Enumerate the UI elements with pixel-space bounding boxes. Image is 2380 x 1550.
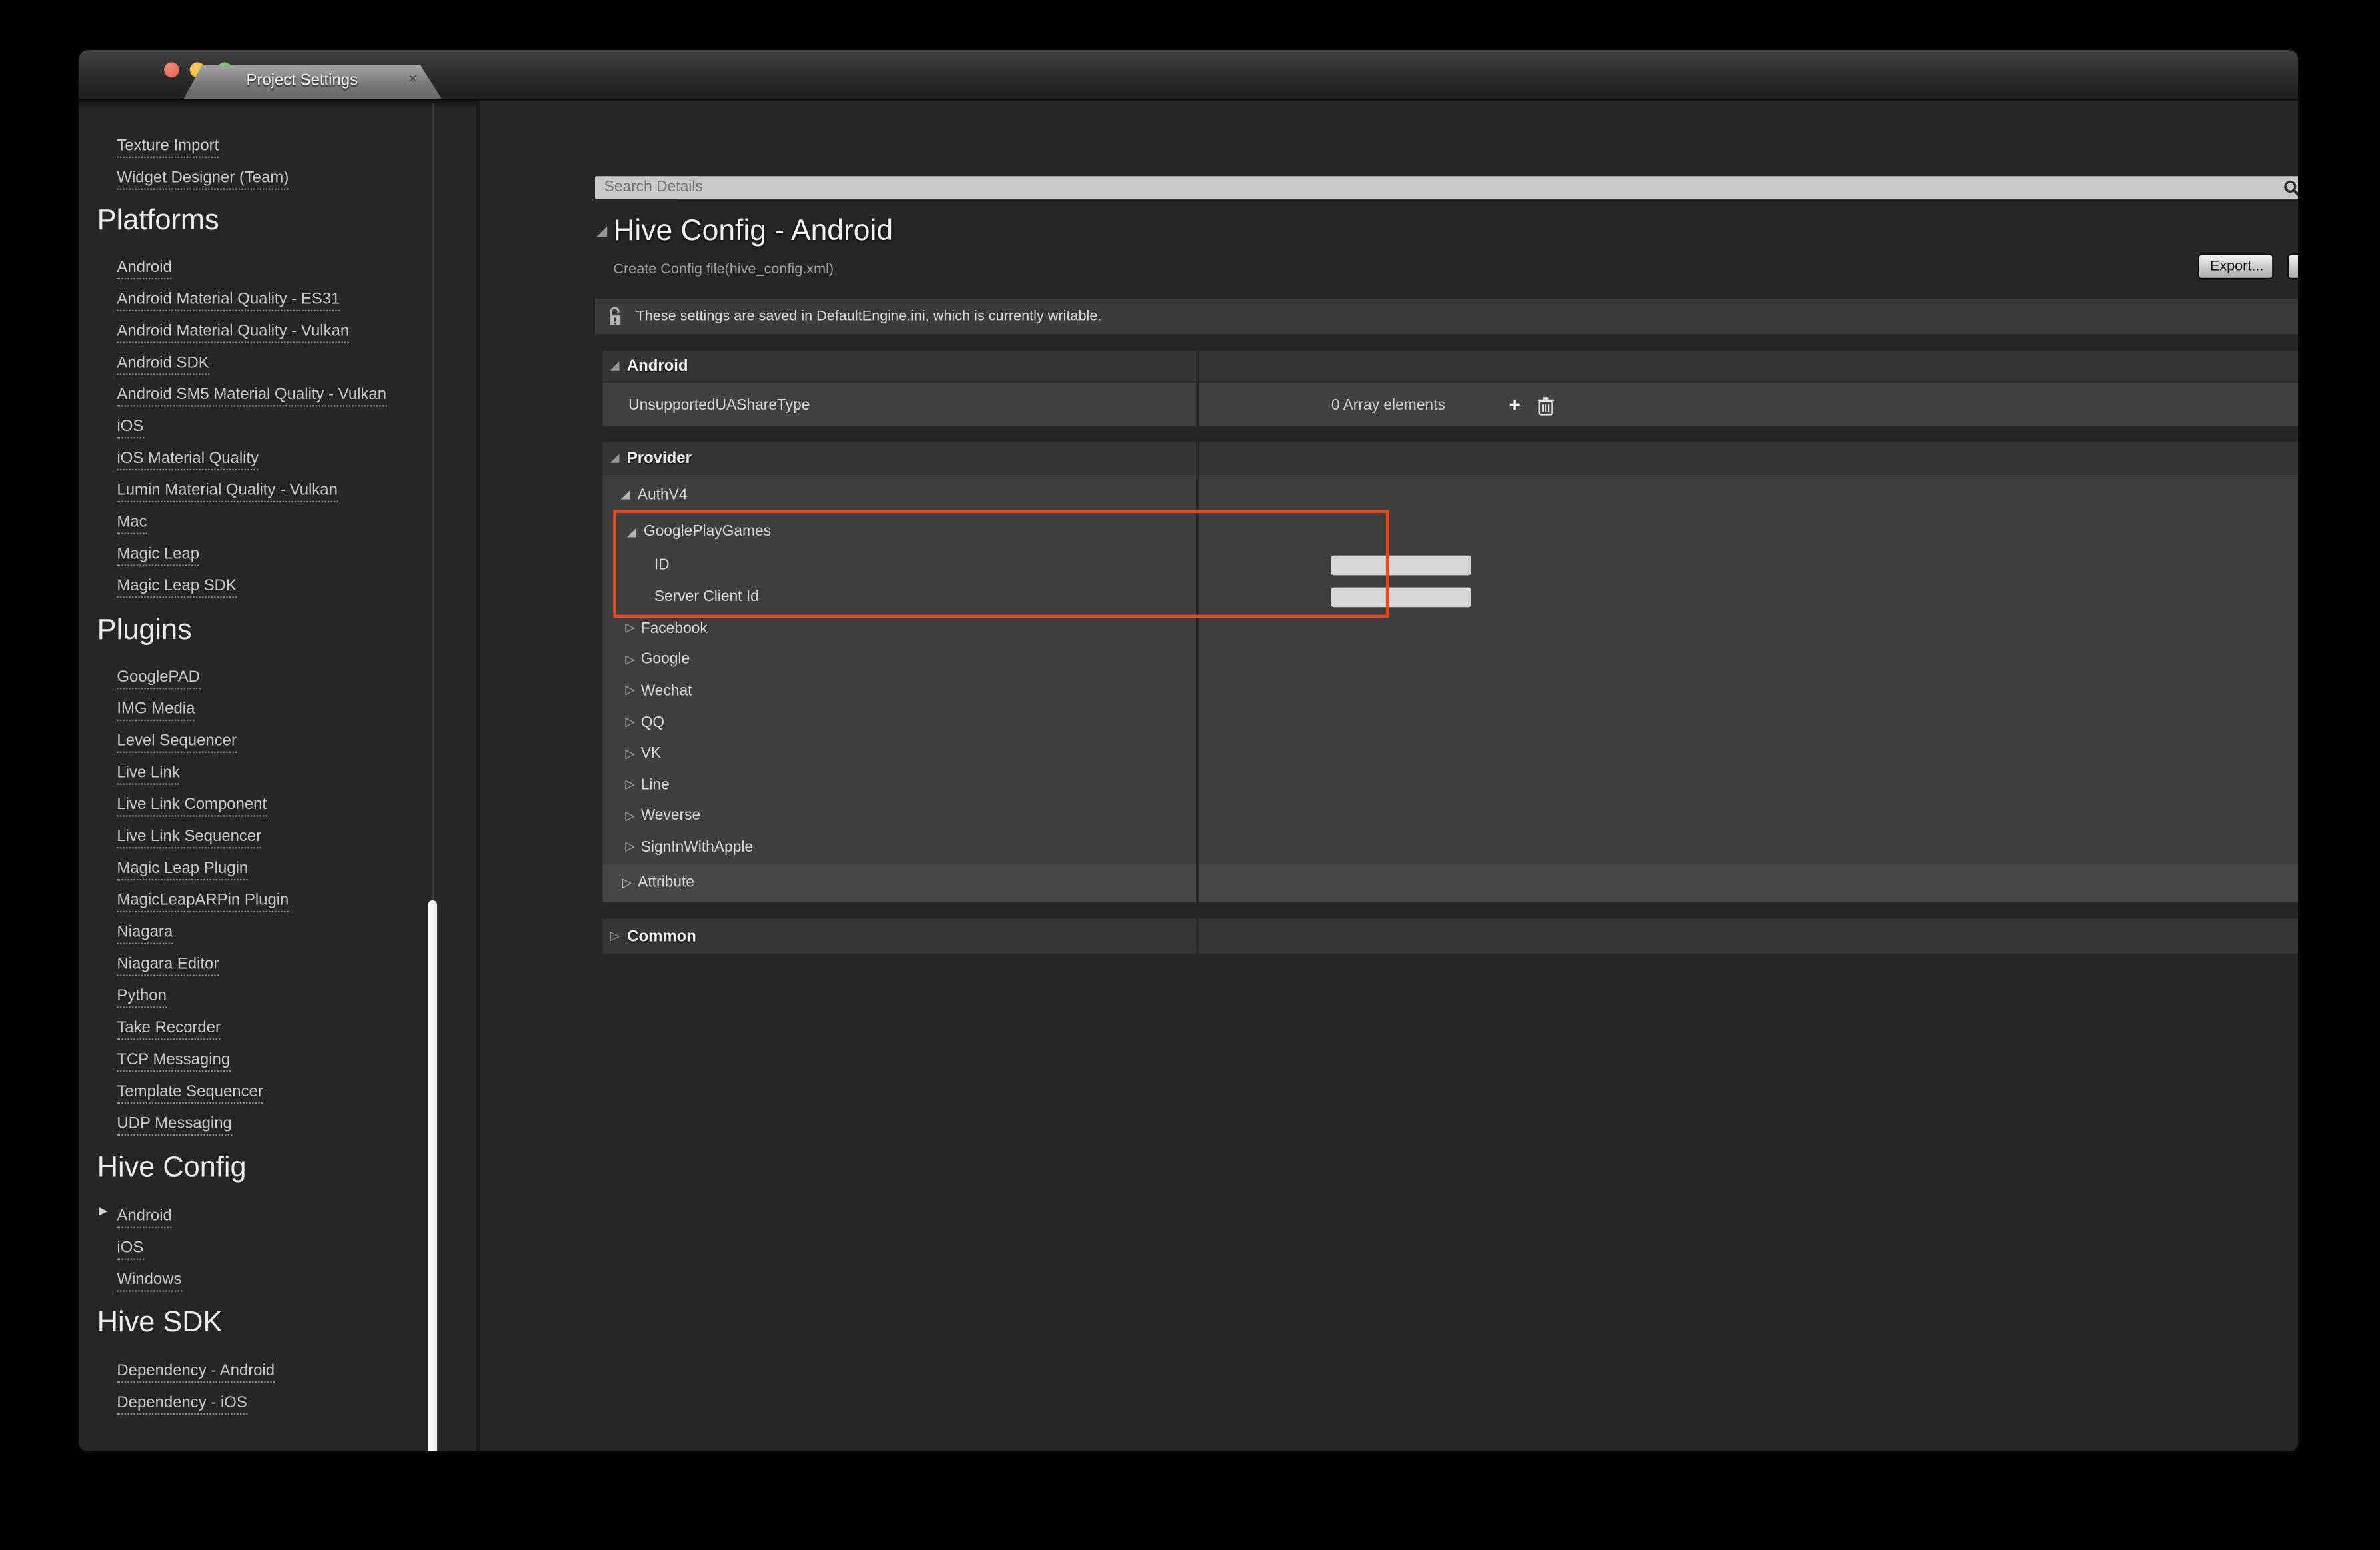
sidebar-item-udp-messaging[interactable]: UDP Messaging <box>79 1108 476 1140</box>
row-authv4[interactable]: AuthV4 <box>602 475 2298 514</box>
row-qq[interactable]: ▷ QQ <box>602 707 2298 738</box>
row-weverse[interactable]: ▷ Weverse <box>602 801 2298 832</box>
details-panel: ▾ Hive Config - Android Create Config fi… <box>480 100 2298 1451</box>
expanded-arrow-icon[interactable] <box>610 361 620 371</box>
collapsed-arrow-icon[interactable]: ▷ <box>610 930 620 942</box>
sidebar-item-android-sm5-mq-vulkan[interactable]: Android SM5 Material Quality - Vulkan <box>79 380 476 412</box>
sidebar-item-python[interactable]: Python <box>79 981 476 1013</box>
column-divider[interactable] <box>1196 351 1198 426</box>
sidebar-heading-platforms: Platforms <box>79 202 476 245</box>
array-elements-count: 0 Array elements <box>1331 397 1445 414</box>
sidebar-item-niagara[interactable]: Niagara <box>79 917 476 949</box>
row-facebook[interactable]: ▷ Facebook <box>602 613 2298 644</box>
notice-text: These settings are saved in DefaultEngin… <box>636 308 1102 325</box>
sidebar-item-hive-config-windows[interactable]: Windows <box>79 1265 476 1297</box>
sidebar-item-ios[interactable]: iOS <box>79 411 476 443</box>
search-bar <box>595 176 2298 199</box>
tab-title: Project Settings <box>184 71 420 89</box>
collapsed-arrow-icon[interactable]: ▷ <box>626 685 635 697</box>
collapsed-arrow-icon[interactable]: ▷ <box>626 748 635 760</box>
row-googleplaygames-server-client-id[interactable]: Server Client Id <box>602 581 2298 613</box>
sidebar-item-niagara-editor[interactable]: Niagara Editor <box>79 949 476 981</box>
collapsed-arrow-icon[interactable]: ▷ <box>626 716 635 728</box>
sidebar-item-magic-leap[interactable]: Magic Leap <box>79 539 476 571</box>
config-writable-notice: These settings are saved in DefaultEngin… <box>595 299 2298 334</box>
row-line[interactable]: ▷ Line <box>602 770 2298 801</box>
sidebar-item-texture-import[interactable]: Texture Import <box>79 131 476 163</box>
collapsed-arrow-icon[interactable]: ▷ <box>626 810 635 822</box>
sidebar-item-dependency-android[interactable]: Dependency - Android <box>79 1355 476 1387</box>
sidebar-item-magic-leap-sdk[interactable]: Magic Leap SDK <box>79 571 476 603</box>
title-bar: Project Settings × <box>79 50 2298 100</box>
page-title: Hive Config - Android <box>613 214 893 249</box>
sidebar-item-android[interactable]: Android <box>79 252 476 284</box>
expanded-arrow-icon[interactable] <box>610 454 620 463</box>
section-header-common[interactable]: ▷ Common <box>602 918 2298 953</box>
create-config-file-link[interactable]: Create Config file(hive_config.xml) <box>613 261 834 278</box>
page-title-expanded-arrow-icon[interactable] <box>596 226 607 237</box>
sidebar-scrollbar-thumb[interactable] <box>427 900 436 1451</box>
sidebar-heading-hive-sdk: Hive SDK <box>79 1304 476 1347</box>
unlocked-padlock-icon <box>607 305 624 328</box>
row-googleplaygames[interactable]: GooglePlayGames <box>602 514 2298 549</box>
sidebar-item-take-recorder[interactable]: Take Recorder <box>79 1012 476 1044</box>
sidebar-item-tcp-messaging[interactable]: TCP Messaging <box>79 1044 476 1076</box>
sidebar-item-hive-config-android[interactable]: ▶ Android <box>79 1201 476 1233</box>
sidebar-item-widget-designer[interactable]: Widget Designer (Team) <box>79 163 476 195</box>
sidebar-item-googlepad[interactable]: GooglePAD <box>79 662 476 694</box>
selected-item-arrow-icon: ▶ <box>99 1204 107 1218</box>
sidebar-item-img-media[interactable]: IMG Media <box>79 694 476 726</box>
id-input[interactable] <box>1331 556 1471 576</box>
close-window-button[interactable] <box>164 62 179 77</box>
row-vk[interactable]: ▷ VK <box>602 738 2298 770</box>
row-unsupporteduasharetype[interactable]: UnsupportedUAShareType 0 Array elements … <box>602 381 2298 426</box>
collapsed-arrow-icon[interactable]: ▷ <box>626 842 635 854</box>
search-input[interactable] <box>595 176 2298 199</box>
collapsed-arrow-icon[interactable]: ▷ <box>626 623 635 635</box>
expanded-arrow-icon[interactable] <box>621 490 630 500</box>
row-wechat[interactable]: ▷ Wechat <box>602 676 2298 707</box>
project-settings-window: Project Settings × Texture Import Widget… <box>79 50 2298 1451</box>
sidebar-item-template-sequencer[interactable]: Template Sequencer <box>79 1076 476 1108</box>
sidebar-item-android-mq-es31[interactable]: Android Material Quality - ES31 <box>79 284 476 316</box>
collapsed-arrow-icon[interactable]: ▷ <box>622 877 632 889</box>
sidebar-item-lumin-mq-vulkan[interactable]: Lumin Material Quality - Vulkan <box>79 475 476 507</box>
column-divider[interactable] <box>1196 918 1198 953</box>
sidebar-item-ios-material-quality[interactable]: iOS Material Quality <box>79 443 476 475</box>
sidebar-heading-hive-config: Hive Config <box>79 1149 476 1191</box>
export-button[interactable]: Export... <box>2198 253 2274 279</box>
sidebar-item-android-mq-vulkan[interactable]: Android Material Quality - Vulkan <box>79 316 476 348</box>
section-header-android[interactable]: Android <box>602 351 2298 381</box>
row-attribute[interactable]: ▷ Attribute <box>602 864 2298 902</box>
sidebar-item-magicleaparpin-plugin[interactable]: MagicLeapARPin Plugin <box>79 885 476 917</box>
server-client-id-input[interactable] <box>1331 588 1471 608</box>
sidebar-item-mac[interactable]: Mac <box>79 507 476 539</box>
column-divider[interactable] <box>1196 442 1198 902</box>
screen: Project Settings × Texture Import Widget… <box>0 0 2380 1550</box>
search-icon[interactable] <box>2283 179 2298 197</box>
tab-project-settings[interactable]: Project Settings × <box>184 65 442 99</box>
row-googleplaygames-id[interactable]: ID <box>602 550 2298 582</box>
sidebar-item-magic-leap-plugin[interactable]: Magic Leap Plugin <box>79 853 476 885</box>
trash-icon[interactable] <box>1537 395 1554 415</box>
sidebar-heading-plugins: Plugins <box>79 612 476 654</box>
expanded-arrow-icon[interactable] <box>627 528 636 537</box>
import-button[interactable]: Import... <box>2287 253 2298 279</box>
add-array-element-icon[interactable]: + <box>1508 396 1520 414</box>
row-signinwithapple[interactable]: ▷ SignInWithApple <box>602 832 2298 864</box>
collapsed-arrow-icon[interactable]: ▷ <box>626 654 635 666</box>
sidebar-item-dependency-ios[interactable]: Dependency - iOS <box>79 1387 476 1419</box>
row-google[interactable]: ▷ Google <box>602 644 2298 676</box>
collapsed-arrow-icon[interactable]: ▷ <box>626 779 635 791</box>
settings-sidebar: Texture Import Widget Designer (Team) Pl… <box>79 100 476 1451</box>
tab-close-icon[interactable]: × <box>408 71 417 89</box>
sidebar-item-hive-config-ios[interactable]: iOS <box>79 1233 476 1265</box>
sidebar-item-live-link[interactable]: Live Link <box>79 758 476 790</box>
sidebar-item-live-link-component[interactable]: Live Link Component <box>79 790 476 822</box>
sidebar-item-live-link-sequencer[interactable]: Live Link Sequencer <box>79 821 476 853</box>
sidebar-item-android-sdk[interactable]: Android SDK <box>79 348 476 380</box>
provider-rows: AuthV4 GooglePlayGames ID Server Client … <box>602 475 2298 902</box>
sidebar-item-level-sequencer[interactable]: Level Sequencer <box>79 726 476 758</box>
section-header-provider[interactable]: Provider <box>602 442 2298 475</box>
